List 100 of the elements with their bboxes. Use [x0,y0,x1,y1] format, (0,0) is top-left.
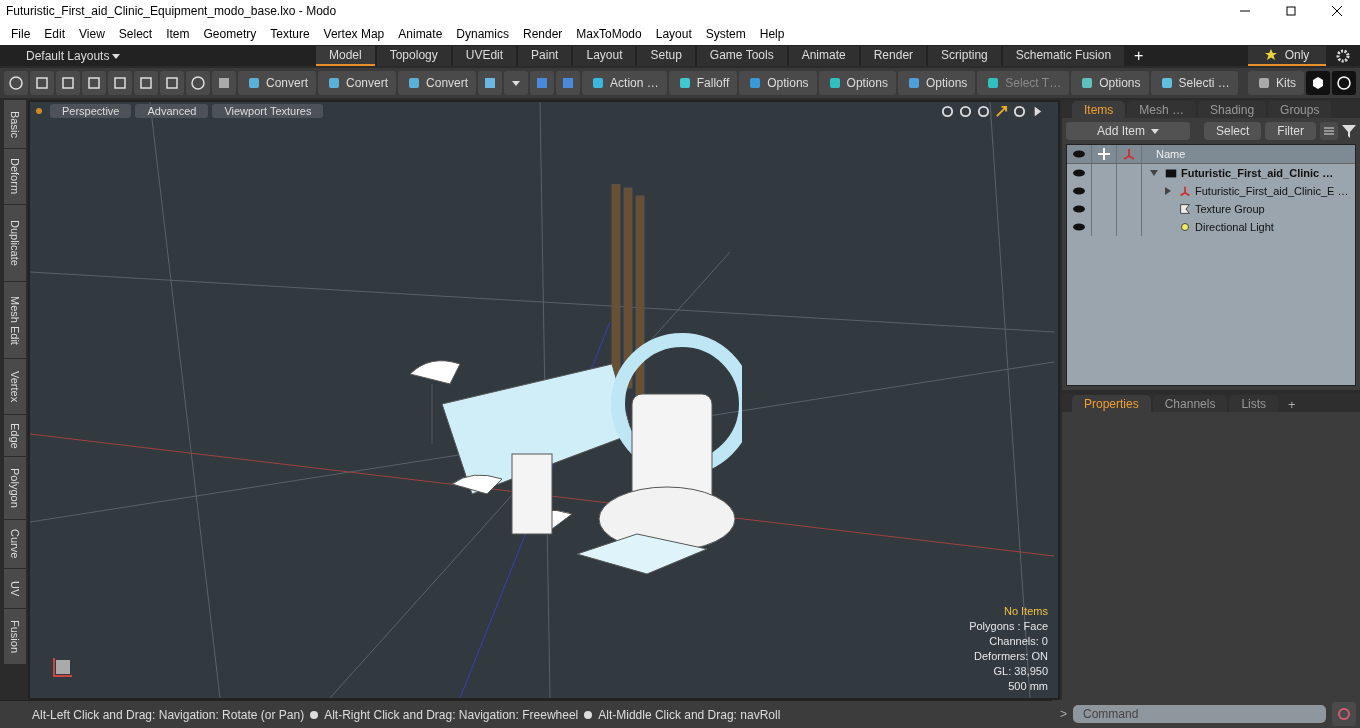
item-label: Futuristic_First_aid_Clinic … [1181,167,1334,179]
item-row[interactable]: Directional Light [1067,218,1355,236]
layout-tab[interactable]: UVEdit [452,45,517,66]
side-tab[interactable]: Duplicate [4,205,26,282]
circle-icon [8,75,24,91]
side-tab[interactable]: Mesh Edit [4,282,26,359]
menu-item[interactable]: Layout [648,23,699,44]
menu-item[interactable]: View [72,23,112,44]
toolbar-button[interactable]: Convert [238,71,317,95]
mesh-icon [1178,184,1192,198]
menu-item[interactable]: Texture [263,23,317,44]
layout-dropdown[interactable]: Default Layouts [26,48,316,63]
menu-item[interactable]: Item [159,23,197,44]
menu-item[interactable]: Edit [37,23,73,44]
cube-button[interactable] [1306,71,1330,95]
tool-button[interactable] [82,71,106,95]
maximize-icon [995,105,1008,118]
record-button[interactable] [1332,702,1356,726]
dropdown-button[interactable] [504,71,529,95]
tool-button[interactable] [556,71,581,95]
viewport-info-text: No Items [1004,604,1048,619]
side-tab[interactable]: Edge [4,415,26,457]
layout-tab[interactable]: Topology [376,45,451,66]
menu-item[interactable]: Select [111,23,160,44]
toolbar-button[interactable]: Options [1071,71,1149,95]
menu-item[interactable]: System [698,23,753,44]
list-options-button[interactable] [1320,122,1338,140]
viewport-tab[interactable]: Perspective [50,104,132,118]
item-row[interactable]: Texture Group [1067,200,1355,218]
panel-tab[interactable]: Lists [1229,395,1279,412]
viewport-info-text: 500 mm [1008,679,1048,694]
panel-tab[interactable]: Mesh … [1127,101,1197,118]
layout-tab[interactable]: Scripting [928,45,1001,66]
layout-tab[interactable]: Schematic Fusion [1002,45,1125,66]
menu-item[interactable]: Help [752,23,792,44]
tool-button[interactable] [30,71,54,95]
toolbar-button[interactable]: Options [818,71,896,95]
light-icon [1178,220,1192,234]
side-tab[interactable]: Fusion [4,609,26,665]
select-button[interactable]: Select [1203,122,1262,140]
only-toggle[interactable]: Only [1248,45,1326,66]
menu-item[interactable]: File [4,23,38,44]
menu-item[interactable]: Animate [391,23,450,44]
tool-button[interactable] [478,71,503,95]
layout-tab[interactable]: Render [860,45,927,66]
side-tab[interactable]: Vertex [4,359,26,415]
panel-tab[interactable]: Properties [1072,395,1151,412]
side-tab[interactable]: Polygon [4,457,26,520]
side-tab[interactable]: UV [4,569,26,609]
command-field[interactable]: Command [1073,705,1326,723]
panel-tab[interactable]: Groups [1268,101,1332,118]
toolbar-button[interactable]: Kits [1248,71,1304,95]
layout-tab[interactable]: Paint [518,45,572,66]
viewport-info-text: Channels: 0 [989,634,1048,649]
texture-icon [1178,202,1192,216]
tool-button[interactable] [4,71,28,95]
filter-button[interactable]: Filter [1265,122,1316,140]
menu-item[interactable]: Render [516,23,570,44]
layout-tab[interactable]: Model [316,45,375,66]
tool-button[interactable] [186,71,210,95]
engine-button[interactable] [1332,71,1356,95]
caret-icon [112,51,121,60]
viewport-info-text: Polygons : Face [969,619,1048,634]
layout-tab[interactable]: Setup [637,45,695,66]
layout-tab[interactable]: Game Tools [696,45,787,66]
3d-viewport[interactable]: Perspective Advanced Viewport Textures No Items Polygons : Face Channels: 0 Deformers: ON GL: 38,950 500 mm [28,100,1060,700]
tool-button[interactable] [134,71,158,95]
toolbar-button[interactable]: Options [739,71,817,95]
add-item-button[interactable]: Add Item [1066,122,1190,140]
viewport-tab[interactable]: Viewport Textures [212,104,324,118]
add-tab-button[interactable]: + [1126,46,1152,65]
toolbar-button[interactable]: Selecti … [1150,71,1238,95]
menu-item[interactable]: Geometry [196,23,264,44]
layout-tab[interactable]: Layout [573,45,636,66]
tool-button[interactable] [160,71,184,95]
layout-tab[interactable]: Animate [788,45,859,66]
caret-icon [1151,127,1159,135]
add-tab-button[interactable]: + [1280,397,1304,412]
panel-tab[interactable]: Items [1072,101,1126,118]
toolbar-button[interactable]: Convert [318,71,397,95]
menu-item[interactable]: Dynamics [449,23,516,44]
side-tab[interactable]: Deform [4,149,26,205]
tool-button[interactable] [108,71,132,95]
item-row[interactable]: Futuristic_First_aid_Clinic_E … [1067,182,1355,200]
toolbar-button[interactable]: Convert [398,71,477,95]
panel-tab[interactable]: Shading [1198,101,1267,118]
panel-tab[interactable]: Channels [1152,395,1228,412]
toolbar-button[interactable]: Falloff [668,71,738,95]
toolbar-button[interactable]: Options [897,71,976,95]
side-tab[interactable]: Curve [4,520,26,569]
viewport-tab[interactable]: Advanced [135,104,209,118]
tool-button[interactable] [56,71,80,95]
side-tab[interactable]: Basic [4,100,26,149]
separator-dot [584,710,593,719]
menu-item[interactable]: MaxToModo [569,23,649,44]
item-label: Futuristic_First_aid_Clinic_E … [1195,185,1349,197]
tool-button[interactable] [212,71,236,95]
toolbar-button[interactable]: Action … [582,71,667,95]
item-row[interactable]: Futuristic_First_aid_Clinic … [1067,164,1355,182]
menu-item[interactable]: Vertex Map [316,23,392,44]
